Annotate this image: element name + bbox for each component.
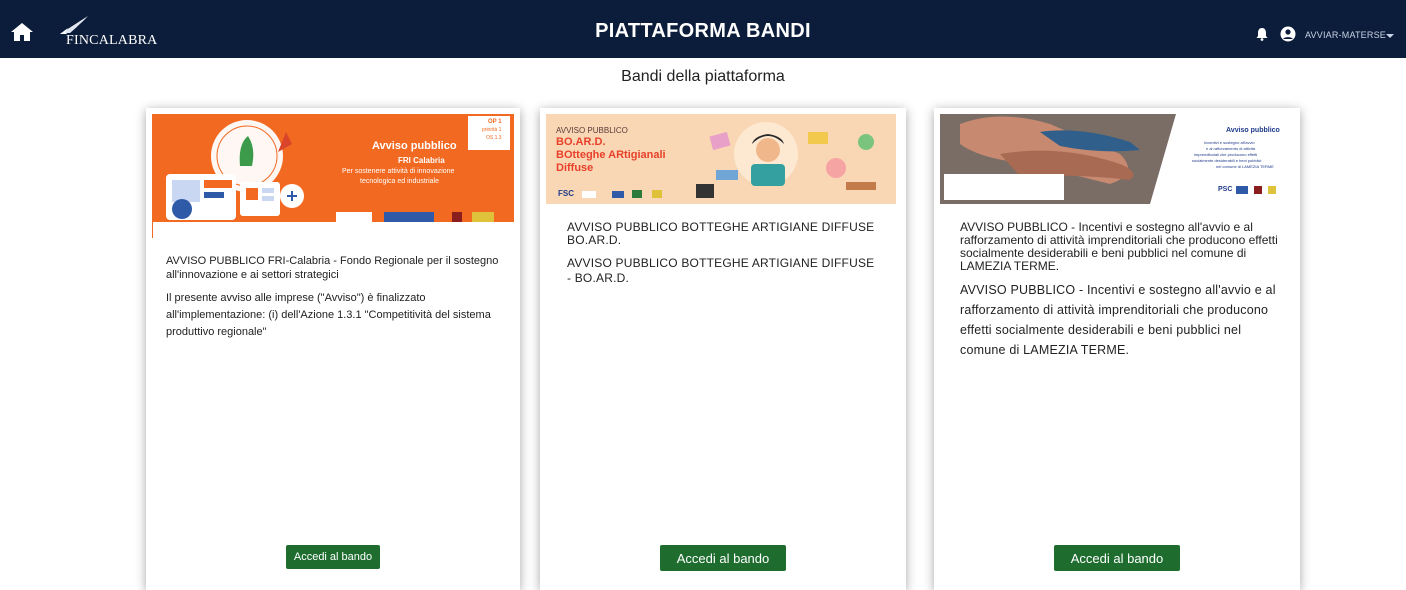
banner-heading: AVVISO PUBBLICO [556,126,628,135]
accedi-bando-button[interactable]: Accedi al bando [660,545,786,571]
bando-card: AVVISO PUBBLICO BO.AR.D. BOtteghe ARtigi… [540,108,906,590]
top-navbar: FINCALABRA PIATTAFORMA BANDI AVVIAR-MATE… [0,0,1406,58]
banner-footer-logo: FSC [558,189,574,198]
user-menu-name[interactable]: AVVIAR-MATERSE [1305,30,1386,40]
banner-line: BOtteghe ARtigianali [556,149,666,161]
banner-tag: priorità 1 [482,127,502,133]
banner-line: socialmente desiderabili e beni pubblici [1192,158,1262,163]
bando-banner-image: AVVISO PUBBLICO BO.AR.D. BOtteghe ARtigi… [546,114,896,204]
banner-line: Diffuse [556,162,594,174]
banner-line: Per sostenere attività di innovazione [342,168,455,175]
banner-line: BO.AR.D. [556,136,606,148]
bando-description: Il presente avviso alle imprese ("Avviso… [166,292,491,338]
accedi-bando-button[interactable]: Accedi al bando [1054,545,1180,571]
bando-card: Avviso pubblico FRI Calabria Per sostene… [146,108,520,590]
banner-illustration [152,114,514,238]
banner-line: e al rafforzamento di attività [1206,146,1256,151]
bell-icon[interactable] [1255,27,1269,41]
bando-title: AVVISO PUBBLICO - Incentivi e sostegno a… [960,220,1278,273]
banner-heading: Avviso pubblico [1226,127,1280,134]
page-title: PIATTAFORMA BANDI [595,20,811,42]
banner-line: imprenditoriali che producono effetti [1194,152,1258,157]
bando-card: Avviso pubblico Incentivi e sostegno all… [934,108,1300,590]
banner-tag: OP 1 [488,119,502,125]
banner-line: tecnologica ed industriale [360,178,439,185]
banner-line: Incentivi e sostegno all'avvio [1204,140,1255,145]
bando-banner-image: Avviso pubblico FRI Calabria Per sostene… [152,114,514,238]
banner-heading: Avviso pubblico [372,140,457,152]
user-circle-icon[interactable] [1280,26,1296,42]
bando-title: AVVISO PUBBLICO FRI-Calabria - Fondo Reg… [166,255,499,281]
section-heading: Bandi della piattaforma [621,68,785,85]
bando-description: AVVISO PUBBLICO - Incentivi e sostegno a… [960,283,1276,357]
bando-title: AVVISO PUBBLICO BOTTEGHE ARTIGIANE DIFFU… [567,220,875,247]
chevron-down-icon[interactable] [1386,34,1394,38]
bando-banner-image: Avviso pubblico Incentivi e sostegno all… [940,114,1290,204]
banner-footer-logo: PSC [1218,186,1233,193]
banner-line: nel comune di LAMEZIA TERME [1216,164,1274,169]
bando-description: AVVISO PUBBLICO BOTTEGHE ARTIGIANE DIFFU… [567,256,875,285]
accedi-bando-button[interactable]: Accedi al bando [286,545,380,569]
banner-subheading: FRI Calabria [398,156,445,165]
banner-tag: OS 1.3 [486,135,502,141]
